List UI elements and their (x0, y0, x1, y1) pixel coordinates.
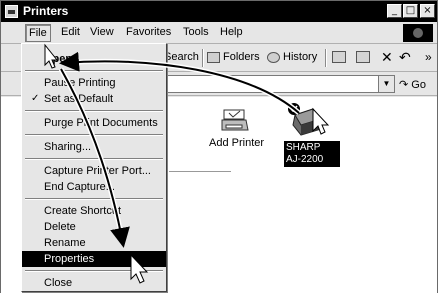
search-button-label: Search (164, 51, 199, 63)
more-buttons-chevron-icon[interactable]: » (425, 50, 432, 64)
history-icon (267, 51, 280, 63)
add-printer-label: Add Printer (209, 137, 265, 149)
undo-icon[interactable]: ↶ (399, 49, 411, 66)
search-button[interactable]: Search (164, 51, 199, 63)
menu-view[interactable]: View (90, 26, 114, 38)
menu-bar: File Edit View Favorites Tools Help (1, 22, 437, 44)
file-menu-item-create-shortcut[interactable]: Create Shortcut (22, 203, 166, 219)
file-menu-item-end-capture[interactable]: End Capture... (22, 179, 166, 195)
menu-separator (25, 158, 163, 160)
file-menu-item-set-as-default[interactable]: ✓ Set as Default (22, 91, 166, 107)
file-menu-item-capture-printer-port[interactable]: Capture Printer Port... (22, 163, 166, 179)
file-menu-item-properties[interactable]: Properties (22, 251, 166, 267)
file-menu-item-purge-print-documents[interactable]: Purge Print Documents (22, 115, 166, 131)
close-button[interactable]: × (420, 4, 435, 18)
maximize-button[interactable]: □ (403, 4, 418, 18)
go-button-label: Go (411, 79, 426, 91)
printers-folder-icon (5, 5, 18, 18)
file-menu-dropdown: Open Pause Printing ✓ Set as Default Pur… (21, 43, 167, 292)
history-button[interactable]: History (267, 51, 317, 63)
folders-button[interactable]: Folders (207, 51, 260, 63)
menu-separator (25, 70, 163, 72)
printer-icon (288, 103, 322, 136)
menu-separator (25, 110, 163, 112)
folders-button-label: Folders (223, 51, 260, 63)
sharp-printer-label: SHARP AJ-2200 (284, 141, 340, 167)
file-menu-item-pause-printing[interactable]: Pause Printing (22, 75, 166, 91)
address-input[interactable]: ▼ (167, 75, 395, 93)
sharp-printer-label-line1: SHARP (286, 142, 321, 153)
printers-window: Printers _ □ × File Edit View Favorites … (0, 0, 438, 293)
file-menu-item-open[interactable]: Open (22, 51, 166, 67)
go-arrow-icon: ↷ (399, 79, 409, 91)
address-dropdown-arrow-icon[interactable]: ▼ (378, 76, 394, 92)
go-button[interactable]: ↷ Go (399, 78, 426, 91)
file-menu-item-rename[interactable]: Rename (22, 235, 166, 251)
toolbar-separator (202, 49, 204, 67)
window-title: Printers (23, 4, 69, 18)
checkmark-icon: ✓ (31, 93, 40, 104)
set-as-default-label: Set as Default (44, 93, 114, 105)
menu-favorites[interactable]: Favorites (126, 26, 171, 38)
copy-to-icon[interactable] (356, 51, 370, 63)
menu-file[interactable]: File (25, 24, 51, 42)
toolbar-separator (325, 49, 327, 67)
windows-logo-icon (403, 24, 433, 42)
menu-edit[interactable]: Edit (61, 26, 80, 38)
menu-help[interactable]: Help (220, 26, 243, 38)
menu-separator (25, 270, 163, 272)
add-printer-icon (221, 109, 249, 131)
file-menu-item-sharing[interactable]: Sharing... (22, 139, 166, 155)
file-menu-item-close[interactable]: Close (22, 275, 166, 291)
menu-tools[interactable]: Tools (183, 26, 209, 38)
title-bar[interactable]: Printers _ □ × (1, 1, 437, 22)
move-to-icon[interactable] (332, 51, 346, 63)
delete-icon[interactable]: ✕ (381, 49, 393, 66)
divider (169, 171, 231, 172)
menu-separator (25, 198, 163, 200)
sharp-printer-label-line2: AJ-2200 (286, 154, 324, 165)
folders-icon (207, 51, 220, 63)
menu-separator (25, 134, 163, 136)
history-button-label: History (283, 51, 318, 63)
minimize-button[interactable]: _ (387, 4, 402, 18)
file-menu-item-delete[interactable]: Delete (22, 219, 166, 235)
